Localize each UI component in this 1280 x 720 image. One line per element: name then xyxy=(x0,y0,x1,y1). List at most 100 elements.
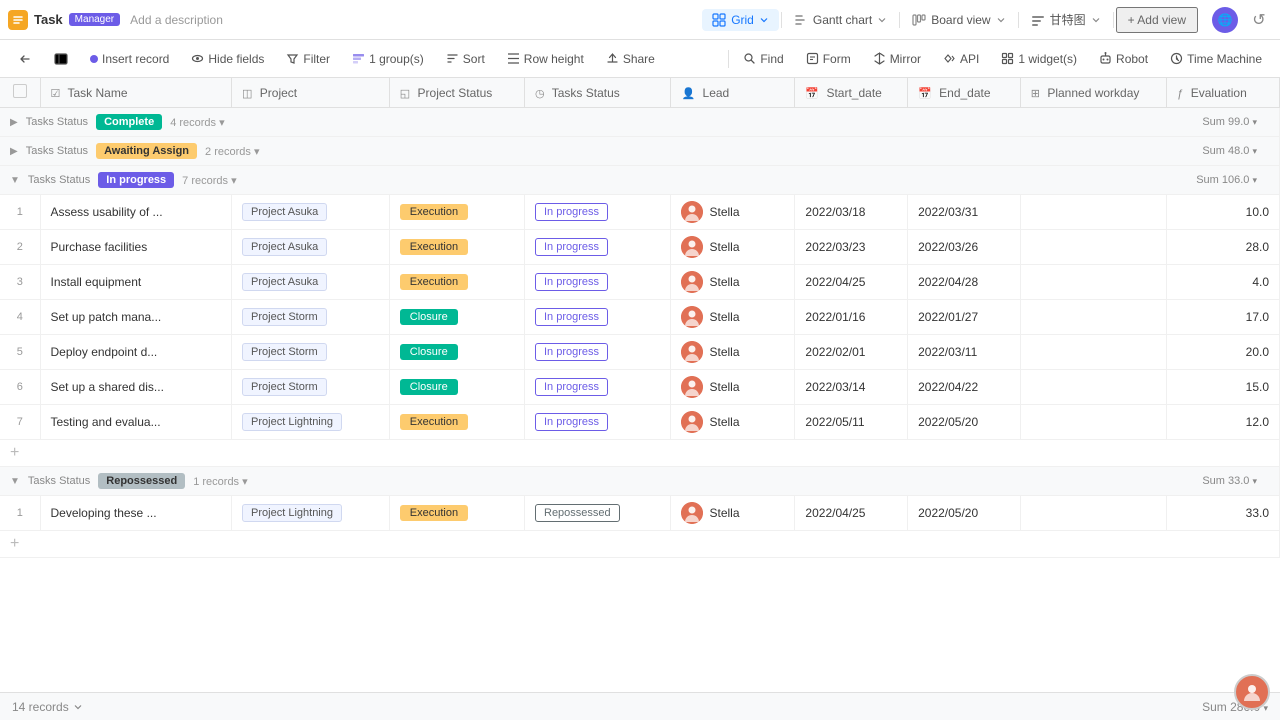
start-date-cell[interactable]: 2022/04/25 xyxy=(795,496,908,531)
group-toggle-complete[interactable]: ▶ xyxy=(10,117,18,128)
task-status-cell[interactable]: In progress xyxy=(525,230,671,265)
api-button[interactable]: API xyxy=(933,48,989,70)
task-name-cell[interactable]: Assess usability of ... xyxy=(40,195,232,230)
task-name-cell[interactable]: Install equipment xyxy=(40,265,232,300)
task-name-cell[interactable]: Testing and evalua... xyxy=(40,405,232,440)
task-status-cell[interactable]: In progress xyxy=(525,335,671,370)
robot-button[interactable]: Robot xyxy=(1089,48,1158,70)
task-status-cell[interactable]: In progress xyxy=(525,300,671,335)
start-date-cell[interactable]: 2022/04/25 xyxy=(795,265,908,300)
lead-cell[interactable]: Stella xyxy=(671,230,795,265)
start-date-cell[interactable]: 2022/02/01 xyxy=(795,335,908,370)
start-date-cell[interactable]: 2022/01/16 xyxy=(795,300,908,335)
group-records-repossessed[interactable]: 1 records ▾ xyxy=(193,475,247,488)
task-name-cell[interactable]: Deploy endpoint d... xyxy=(40,335,232,370)
header-end-date[interactable]: 📅 End_date xyxy=(908,78,1021,108)
time-machine-button[interactable]: Time Machine xyxy=(1160,48,1272,70)
task-status-cell[interactable]: In progress xyxy=(525,195,671,230)
end-date-cell[interactable]: 2022/04/22 xyxy=(908,370,1021,405)
group-toggle-inprogress[interactable]: ▼ xyxy=(10,175,20,186)
user-avatar-top[interactable]: 🌐 xyxy=(1212,7,1238,33)
tab-special[interactable]: 甘特图 xyxy=(1021,7,1111,32)
task-status-cell[interactable]: In progress xyxy=(525,405,671,440)
proj-status-cell[interactable]: Execution xyxy=(389,405,524,440)
proj-status-cell[interactable]: Execution xyxy=(389,265,524,300)
proj-status-cell[interactable]: Execution xyxy=(389,195,524,230)
header-lead[interactable]: 👤 Lead xyxy=(671,78,795,108)
end-date-cell[interactable]: 2022/01/27 xyxy=(908,300,1021,335)
project-cell[interactable]: Project Storm xyxy=(232,335,390,370)
nav-back-button[interactable] xyxy=(8,48,42,70)
start-date-cell[interactable]: 2022/05/11 xyxy=(795,405,908,440)
find-button[interactable]: Find xyxy=(733,48,793,70)
task-status-cell[interactable]: Repossessed xyxy=(525,496,671,531)
project-cell[interactable]: Project Storm xyxy=(232,300,390,335)
lead-cell[interactable]: Stella xyxy=(671,265,795,300)
lead-cell[interactable]: Stella xyxy=(671,496,795,531)
group-toggle-awaiting[interactable]: ▶ xyxy=(10,146,18,157)
task-name-cell[interactable]: Set up patch mana... xyxy=(40,300,232,335)
end-date-cell[interactable]: 2022/03/26 xyxy=(908,230,1021,265)
group-records-complete[interactable]: 4 records ▾ xyxy=(170,116,224,129)
task-name-cell[interactable]: Developing these ... xyxy=(40,496,232,531)
end-date-cell[interactable]: 2022/03/11 xyxy=(908,335,1021,370)
project-cell[interactable]: Project Storm xyxy=(232,370,390,405)
header-checkbox[interactable] xyxy=(0,78,40,108)
tab-board[interactable]: Board view xyxy=(902,9,1015,31)
header-task-name[interactable]: ☑ Task Name xyxy=(40,78,232,108)
tab-grid[interactable]: Grid xyxy=(702,9,779,31)
lead-cell[interactable]: Stella xyxy=(671,300,795,335)
lead-cell[interactable]: Stella xyxy=(671,195,795,230)
add-row-button[interactable]: + xyxy=(10,535,19,553)
task-status-cell[interactable]: In progress xyxy=(525,265,671,300)
proj-status-cell[interactable]: Closure xyxy=(389,300,524,335)
form-button[interactable]: Form xyxy=(796,48,861,70)
header-tasks-status[interactable]: ◷ Tasks Status xyxy=(525,78,671,108)
header-project-status[interactable]: ◱ Project Status xyxy=(389,78,524,108)
group-toggle-repossessed[interactable]: ▼ xyxy=(10,476,20,487)
widget-button[interactable]: 1 widget(s) xyxy=(991,48,1087,70)
project-cell[interactable]: Project Lightning xyxy=(232,405,390,440)
project-cell[interactable]: Project Asuka xyxy=(232,230,390,265)
proj-status-cell[interactable]: Execution xyxy=(389,496,524,531)
filter-button[interactable]: Filter xyxy=(276,48,340,70)
add-view-button[interactable]: + Add view xyxy=(1116,7,1198,33)
start-date-cell[interactable]: 2022/03/23 xyxy=(795,230,908,265)
sort-button[interactable]: Sort xyxy=(436,48,495,70)
proj-status-cell[interactable]: Closure xyxy=(389,335,524,370)
add-row-button[interactable]: + xyxy=(10,444,19,462)
hide-fields-button[interactable]: Hide fields xyxy=(181,48,274,70)
lead-cell[interactable]: Stella xyxy=(671,370,795,405)
task-name-cell[interactable]: Set up a shared dis... xyxy=(40,370,232,405)
header-planned-workday[interactable]: ⊞ Planned workday xyxy=(1020,78,1166,108)
header-project[interactable]: ◫ Project xyxy=(232,78,390,108)
project-cell[interactable]: Project Asuka xyxy=(232,265,390,300)
records-count[interactable]: 14 records xyxy=(12,700,83,714)
group-records-awaiting[interactable]: 2 records ▾ xyxy=(205,145,259,158)
header-start-date[interactable]: 📅 Start_date xyxy=(795,78,908,108)
start-date-cell[interactable]: 2022/03/14 xyxy=(795,370,908,405)
task-name-cell[interactable]: Purchase facilities xyxy=(40,230,232,265)
group-records-inprogress[interactable]: 7 records ▾ xyxy=(182,174,236,187)
share-button[interactable]: Share xyxy=(596,48,665,70)
sidebar-toggle-button[interactable] xyxy=(44,48,78,70)
insert-record-button[interactable]: Insert record xyxy=(80,48,179,70)
end-date-cell[interactable]: 2022/05/20 xyxy=(908,405,1021,440)
end-date-cell[interactable]: 2022/03/31 xyxy=(908,195,1021,230)
checkbox-all[interactable] xyxy=(13,84,27,98)
group-button[interactable]: 1 group(s) xyxy=(342,48,434,70)
mirror-button[interactable]: Mirror xyxy=(863,48,931,70)
project-cell[interactable]: Project Lightning xyxy=(232,496,390,531)
user-avatar-bottom[interactable] xyxy=(1234,674,1270,710)
header-evaluation[interactable]: ƒ Evaluation xyxy=(1167,78,1280,108)
proj-status-cell[interactable]: Execution xyxy=(389,230,524,265)
task-status-cell[interactable]: In progress xyxy=(525,370,671,405)
project-cell[interactable]: Project Asuka xyxy=(232,195,390,230)
end-date-cell[interactable]: 2022/05/20 xyxy=(908,496,1021,531)
proj-status-cell[interactable]: Closure xyxy=(389,370,524,405)
start-date-cell[interactable]: 2022/03/18 xyxy=(795,195,908,230)
refresh-button[interactable]: ↺ xyxy=(1246,7,1272,33)
row-height-button[interactable]: Row height xyxy=(497,48,594,70)
tab-gantt[interactable]: Gantt chart xyxy=(784,9,897,31)
end-date-cell[interactable]: 2022/04/28 xyxy=(908,265,1021,300)
